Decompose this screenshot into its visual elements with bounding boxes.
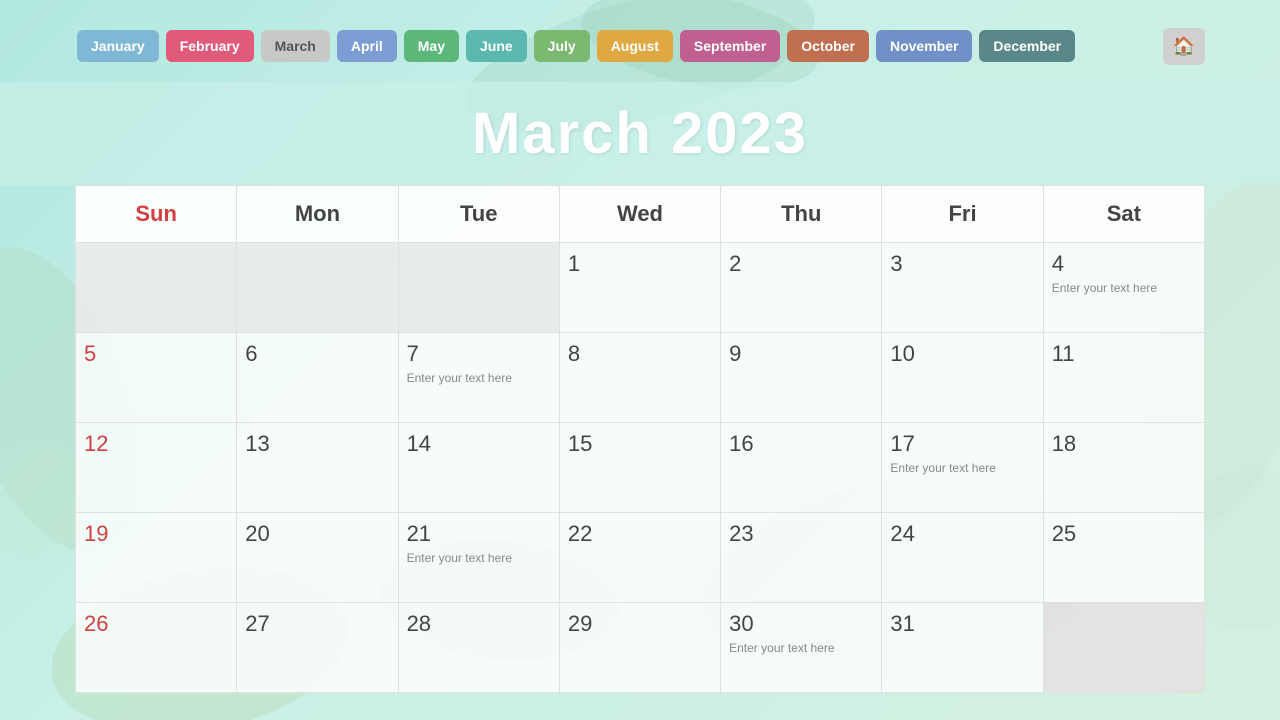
calendar-cell: [237, 243, 398, 333]
day-number: 11: [1052, 341, 1196, 367]
calendar-cell[interactable]: 14: [398, 423, 559, 513]
calendar-section: SunMonTueWedThuFriSat 1234Enter your tex…: [0, 185, 1280, 720]
calendar-cell[interactable]: 8: [559, 333, 720, 423]
day-header-sat: Sat: [1043, 186, 1204, 243]
calendar-cell[interactable]: 1: [559, 243, 720, 333]
calendar-cell[interactable]: 17 Enter your text here: [882, 423, 1043, 513]
day-number: 19: [84, 521, 228, 547]
calendar-cell[interactable]: 20: [237, 513, 398, 603]
calendar-cell[interactable]: 9: [721, 333, 882, 423]
tab-november[interactable]: November: [876, 30, 972, 62]
day-header-sun: Sun: [76, 186, 237, 243]
day-number: 6: [245, 341, 389, 367]
calendar-cell[interactable]: 6: [237, 333, 398, 423]
calendar-cell[interactable]: 23: [721, 513, 882, 603]
day-number: 14: [407, 431, 551, 457]
tab-january[interactable]: January: [77, 30, 159, 62]
calendar-cell[interactable]: 4 Enter your text here: [1043, 243, 1204, 333]
day-header-mon: Mon: [237, 186, 398, 243]
day-number: 23: [729, 521, 873, 547]
day-number: 7: [407, 341, 551, 367]
calendar-cell[interactable]: 12: [76, 423, 237, 513]
cell-placeholder-text[interactable]: Enter your text here: [1052, 281, 1196, 295]
calendar-cell[interactable]: 29: [559, 603, 720, 693]
calendar-cell[interactable]: 28: [398, 603, 559, 693]
calendar-cell[interactable]: 22: [559, 513, 720, 603]
day-number: 30: [729, 611, 873, 637]
calendar-cell[interactable]: 27: [237, 603, 398, 693]
calendar-cell: [398, 243, 559, 333]
day-number: 28: [407, 611, 551, 637]
day-header-wed: Wed: [559, 186, 720, 243]
day-number: 5: [84, 341, 228, 367]
day-number: 15: [568, 431, 712, 457]
tab-december[interactable]: December: [979, 30, 1075, 62]
calendar-cell: [1043, 603, 1204, 693]
day-number: 12: [84, 431, 228, 457]
calendar-cell[interactable]: 15: [559, 423, 720, 513]
day-number: 21: [407, 521, 551, 547]
cell-placeholder-text[interactable]: Enter your text here: [407, 551, 551, 565]
calendar-cell[interactable]: 5: [76, 333, 237, 423]
day-number: 25: [1052, 521, 1196, 547]
day-number: 9: [729, 341, 873, 367]
cell-placeholder-text[interactable]: Enter your text here: [729, 641, 873, 655]
tab-september[interactable]: September: [680, 30, 780, 62]
calendar-cell[interactable]: 25: [1043, 513, 1204, 603]
calendar-cell[interactable]: 30 Enter your text here: [721, 603, 882, 693]
day-number: 31: [890, 611, 1034, 637]
calendar-cell[interactable]: 10: [882, 333, 1043, 423]
calendar-cell[interactable]: 24: [882, 513, 1043, 603]
tab-february[interactable]: February: [166, 30, 254, 62]
calendar-cell[interactable]: 19: [76, 513, 237, 603]
day-number: 13: [245, 431, 389, 457]
day-header-fri: Fri: [882, 186, 1043, 243]
calendar-cell[interactable]: 13: [237, 423, 398, 513]
calendar-title-section: March 2023: [0, 82, 1280, 185]
cell-placeholder-text[interactable]: Enter your text here: [407, 371, 551, 385]
day-number: 22: [568, 521, 712, 547]
calendar-cell[interactable]: 26: [76, 603, 237, 693]
day-number: 4: [1052, 251, 1196, 277]
calendar-cell[interactable]: 31: [882, 603, 1043, 693]
day-number: 24: [890, 521, 1034, 547]
day-number: 29: [568, 611, 712, 637]
day-number: 26: [84, 611, 228, 637]
calendar-grid: SunMonTueWedThuFriSat 1234Enter your tex…: [75, 185, 1205, 693]
calendar-cell[interactable]: 11: [1043, 333, 1204, 423]
calendar-title: March 2023: [0, 100, 1280, 167]
day-number: 10: [890, 341, 1034, 367]
day-number: 2: [729, 251, 873, 277]
tab-march[interactable]: March: [261, 30, 330, 62]
calendar-cell[interactable]: 2: [721, 243, 882, 333]
tab-may[interactable]: May: [404, 30, 459, 62]
day-header-tue: Tue: [398, 186, 559, 243]
tab-october[interactable]: October: [787, 30, 869, 62]
calendar-cell[interactable]: 18: [1043, 423, 1204, 513]
day-number: 18: [1052, 431, 1196, 457]
calendar-cell: [76, 243, 237, 333]
calendar-cell[interactable]: 7 Enter your text here: [398, 333, 559, 423]
tab-august[interactable]: August: [597, 30, 673, 62]
month-tabs-bar: JanuaryFebruaryMarchAprilMayJuneJulyAugu…: [0, 0, 1280, 82]
day-number: 20: [245, 521, 389, 547]
calendar-cell[interactable]: 21 Enter your text here: [398, 513, 559, 603]
tab-july[interactable]: July: [534, 30, 590, 62]
day-header-thu: Thu: [721, 186, 882, 243]
tab-april[interactable]: April: [337, 30, 397, 62]
day-number: 8: [568, 341, 712, 367]
home-button[interactable]: 🏠: [1163, 28, 1205, 65]
day-number: 16: [729, 431, 873, 457]
day-number: 3: [890, 251, 1034, 277]
tab-june[interactable]: June: [466, 30, 527, 62]
day-number: 17: [890, 431, 1034, 457]
day-number: 1: [568, 251, 712, 277]
calendar-cell[interactable]: 3: [882, 243, 1043, 333]
app-container: JanuaryFebruaryMarchAprilMayJuneJulyAugu…: [0, 0, 1280, 720]
day-number: 27: [245, 611, 389, 637]
calendar-cell[interactable]: 16: [721, 423, 882, 513]
cell-placeholder-text[interactable]: Enter your text here: [890, 461, 1034, 475]
